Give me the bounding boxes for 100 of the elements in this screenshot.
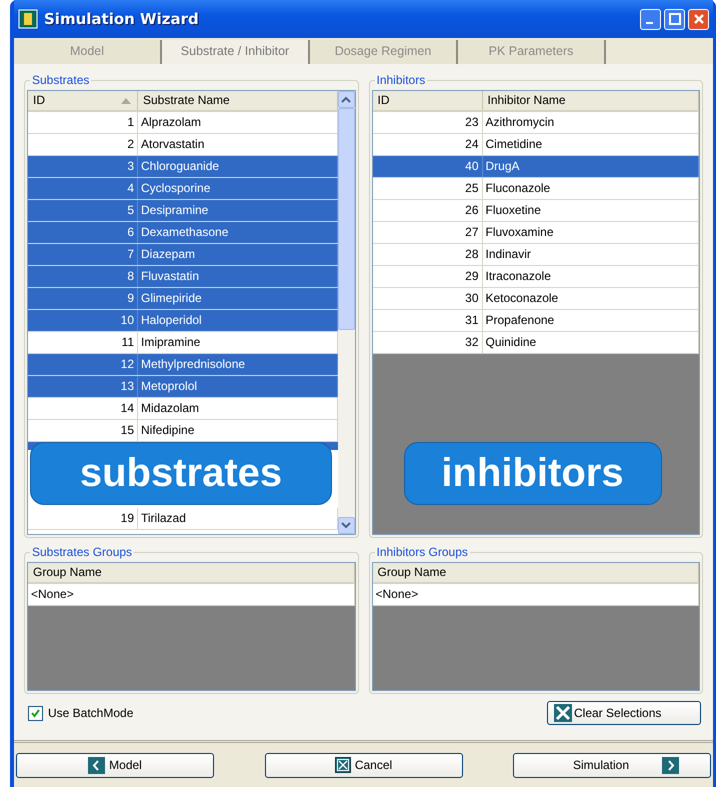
name-cell: Cimetidine	[482, 134, 699, 155]
cancel-icon	[334, 757, 351, 773]
id-cell: 7	[28, 244, 138, 265]
id-cell: 2	[28, 134, 138, 155]
name-cell: Quinidine	[482, 332, 699, 353]
table-row[interactable]: 11 Imipramine	[28, 332, 338, 354]
id-cell: 24	[372, 134, 482, 155]
table-row[interactable]: <None>	[28, 584, 354, 606]
vertical-scrollbar[interactable]	[338, 91, 354, 534]
checkbox-label: Use BatchMode	[48, 706, 134, 720]
id-cell: 6	[28, 222, 138, 243]
table-row[interactable]: 1 Alprazolam	[28, 112, 338, 134]
maximize-icon	[668, 13, 680, 25]
column-header[interactable]: Group Name	[372, 563, 699, 582]
id-cell: 5	[28, 200, 138, 221]
table-row[interactable]: 32 Quinidine	[372, 332, 699, 354]
id-cell: 8	[28, 266, 138, 287]
id-cell: 25	[372, 178, 482, 199]
table-row[interactable]: 26 Fluoxetine	[372, 200, 699, 222]
minimize-button[interactable]	[640, 8, 661, 30]
scroll-thumb[interactable]	[338, 108, 354, 330]
app-icon	[18, 9, 38, 29]
table-row[interactable]: 2 Atorvastatin	[28, 134, 338, 156]
id-cell: 10	[28, 310, 138, 331]
close-button[interactable]	[688, 8, 709, 30]
close-icon	[692, 13, 704, 25]
name-cell: Fluvoxamine	[482, 222, 699, 243]
table-row[interactable]: 4 Cyclosporine	[28, 178, 338, 200]
table-row[interactable]: 40 DrugA	[372, 156, 699, 178]
table-row[interactable]: 5 Desipramine	[28, 200, 338, 222]
clear-selections-button[interactable]: Clear Selections	[547, 701, 701, 725]
id-cell: 19	[28, 508, 138, 529]
next-button[interactable]: Simulation	[513, 752, 711, 778]
id-cell: 32	[372, 332, 482, 353]
id-cell: 9	[28, 288, 138, 309]
name-cell: Indinavir	[482, 244, 699, 265]
name-cell: Propafenone	[482, 310, 699, 331]
scroll-down-button[interactable]	[338, 517, 354, 534]
up-caret-icon	[341, 96, 351, 103]
id-cell: 14	[28, 398, 138, 419]
group-title: Substrates Groups	[30, 545, 134, 559]
id-cell: 27	[372, 222, 482, 243]
table-row[interactable]: <None>	[372, 584, 699, 606]
name-cell: DrugA	[482, 156, 699, 177]
table-row[interactable]: 12 Methylprednisolone	[28, 354, 338, 376]
id-cell: 13	[28, 376, 138, 397]
callout-label: inhibitors	[404, 442, 662, 505]
sort-ascending-icon	[121, 98, 131, 104]
table-row[interactable]: 3 Chloroguanide	[28, 156, 338, 178]
back-button[interactable]: Model	[16, 752, 214, 778]
column-header[interactable]: Inhibitor Name	[482, 91, 699, 110]
id-cell: 15	[28, 420, 138, 441]
window-title: Simulation Wizard	[44, 10, 200, 28]
column-header[interactable]: ID	[28, 91, 138, 110]
table-row[interactable]: 27 Fluvoxamine	[372, 222, 699, 244]
scroll-up-button[interactable]	[338, 91, 354, 108]
callout-label: substrates	[30, 442, 332, 505]
table-row[interactable]: 19 Tirilazad	[28, 508, 338, 530]
id-cell: 26	[372, 200, 482, 221]
id-cell: 23	[372, 112, 482, 133]
table-row[interactable]: 15 Nifedipine	[28, 420, 338, 442]
id-cell: 40	[372, 156, 482, 177]
id-cell: 12	[28, 354, 138, 375]
table-row[interactable]: 8 Fluvastatin	[28, 266, 338, 288]
table-row[interactable]: 24 Cimetidine	[372, 134, 699, 156]
table-row[interactable]: 31 Propafenone	[372, 310, 699, 332]
table-row[interactable]: 29 Itraconazole	[372, 266, 699, 288]
table-row[interactable]: 6 Dexamethasone	[28, 222, 338, 244]
id-cell: 1	[28, 112, 138, 133]
check-icon	[30, 708, 41, 718]
cancel-button[interactable]: Cancel	[264, 752, 462, 778]
checkbox[interactable]: Use BatchMode	[28, 706, 134, 720]
clear-icon	[554, 704, 572, 722]
table-row[interactable]: 30 Ketoconazole	[372, 288, 699, 310]
group-title: Inhibitors	[374, 73, 428, 87]
name-cell: Itraconazole	[482, 266, 699, 287]
tab[interactable]: Substrate / Inhibitor	[162, 40, 310, 64]
id-cell: 3	[28, 156, 138, 177]
name-cell: Ketoconazole	[482, 288, 699, 309]
name-cell: Fluconazole	[482, 178, 699, 199]
table-row[interactable]: 28 Indinavir	[372, 244, 699, 266]
id-cell: 31	[372, 310, 482, 331]
table-row[interactable]: 14 Midazolam	[28, 398, 338, 420]
table-row[interactable]: 7 Diazepam	[28, 244, 338, 266]
name-cell: Azithromycin	[482, 112, 699, 133]
maximize-button[interactable]	[664, 8, 685, 30]
id-cell: 30	[372, 288, 482, 309]
table-row[interactable]: 10 Haloperidol	[28, 310, 338, 332]
id-cell: 29	[372, 266, 482, 287]
group-title: Substrates	[30, 73, 92, 87]
id-cell: 28	[372, 244, 482, 265]
table-row[interactable]: 25 Fluconazole	[372, 178, 699, 200]
table-row[interactable]: 9 Glimepiride	[28, 288, 338, 310]
id-cell: 4	[28, 178, 138, 199]
column-header[interactable]: ID	[372, 91, 482, 110]
column-header[interactable]: Group Name	[28, 563, 354, 582]
group-title: Inhibitors Groups	[374, 545, 470, 559]
table-row[interactable]: 23 Azithromycin	[372, 112, 699, 134]
id-cell: 11	[28, 332, 138, 353]
table-row[interactable]: 13 Metoprolol	[28, 376, 338, 398]
